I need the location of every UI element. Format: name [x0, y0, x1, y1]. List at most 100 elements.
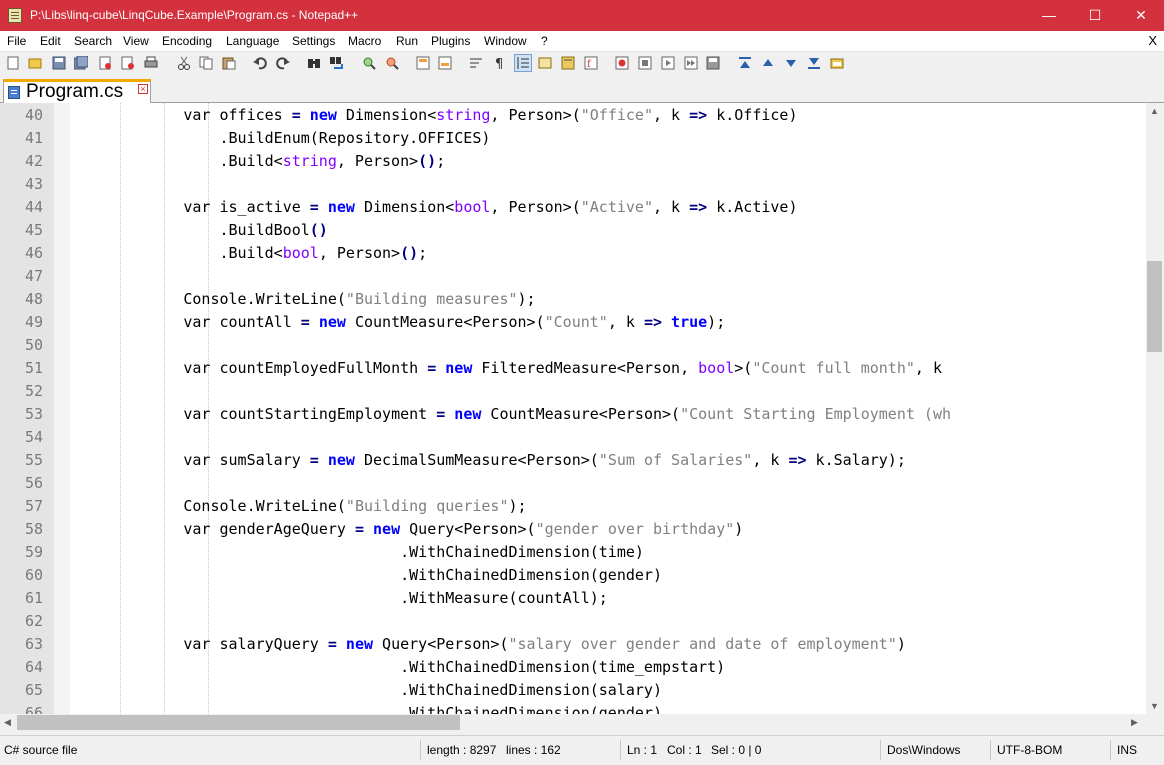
run-macro-multiple-icon[interactable]: [684, 56, 698, 70]
code-token: =: [291, 106, 301, 124]
line-number: 56: [24, 474, 43, 492]
menu-window[interactable]: Window: [484, 34, 527, 48]
code-token: k.Office): [707, 106, 798, 124]
doc-map-icon[interactable]: [561, 56, 575, 70]
code-line[interactable]: var countAll = new CountMeasure<Person>(…: [75, 311, 725, 334]
code-token: Console.WriteLine(: [183, 497, 346, 515]
code-line[interactable]: .WithMeasure(countAll);: [75, 587, 608, 610]
code-line[interactable]: .WithChainedDimension(time_empstart): [75, 656, 725, 679]
code-line[interactable]: .Build<string, Person>();: [75, 150, 445, 173]
stop-record-icon[interactable]: [638, 56, 652, 70]
redo-icon[interactable]: [276, 56, 290, 70]
line-number: 65: [24, 681, 43, 699]
print-icon[interactable]: [144, 56, 158, 70]
paste-icon[interactable]: [222, 56, 236, 70]
show-all-chars-icon[interactable]: ¶: [492, 56, 506, 70]
save-macro-icon[interactable]: [706, 56, 720, 70]
code-line[interactable]: .WithChainedDimension(time): [75, 541, 644, 564]
menu-encoding[interactable]: Encoding: [162, 34, 212, 48]
fold-down-icon[interactable]: [784, 56, 798, 70]
close-icon[interactable]: [98, 56, 112, 70]
code-line[interactable]: .BuildBool(): [75, 219, 327, 242]
tab-program-cs[interactable]: Program.cs ×: [3, 79, 151, 103]
function-list-icon[interactable]: f: [584, 56, 598, 70]
replace-icon[interactable]: [330, 56, 344, 70]
line-number: 44: [24, 198, 43, 216]
code-line[interactable]: var countEmployedFullMonth = new Filtere…: [75, 357, 942, 380]
close-document-button[interactable]: X: [1148, 33, 1157, 48]
code-editor[interactable]: 40 41 42 43 44 45 46 47 48 49 50 51 52 53 54 55 56 57 58 59…: [0, 103, 1146, 714]
code-line[interactable]: var offices = new Dimension<string, Pers…: [75, 104, 797, 127]
vertical-scrollbar[interactable]: ▲ ▼: [1146, 103, 1163, 714]
zoom-out-icon[interactable]: [385, 56, 399, 70]
new-file-icon[interactable]: [6, 56, 20, 70]
menu-help[interactable]: ?: [541, 34, 548, 48]
scroll-right-arrow-icon[interactable]: ▶: [1131, 717, 1138, 728]
tab-close-icon[interactable]: ×: [138, 84, 148, 94]
code-line[interactable]: Console.WriteLine("Building queries");: [75, 495, 526, 518]
macro-panel-icon[interactable]: [830, 56, 844, 70]
horizontal-scrollbar[interactable]: ◀ ▶: [0, 714, 1146, 731]
vertical-scroll-thumb[interactable]: [1147, 261, 1162, 352]
play-macro-icon[interactable]: [661, 56, 675, 70]
find-icon[interactable]: [307, 56, 321, 70]
code-line[interactable]: .Build<bool, Person>();: [75, 242, 427, 265]
close-all-icon[interactable]: [121, 56, 135, 70]
menu-search[interactable]: Search: [74, 34, 112, 48]
menu-view[interactable]: View: [123, 34, 149, 48]
save-all-icon[interactable]: [74, 56, 88, 70]
open-file-icon[interactable]: [28, 56, 42, 70]
undo-icon[interactable]: [253, 56, 267, 70]
svg-text:¶: ¶: [495, 57, 503, 70]
code-line[interactable]: .WithChainedDimension(gender): [75, 564, 662, 587]
code-token: .BuildEnum(Repository.OFFICES): [219, 129, 491, 147]
code-line[interactable]: var countStartingEmployment = new CountM…: [75, 403, 951, 426]
code-line[interactable]: var genderAgeQuery = new Query<Person>("…: [75, 518, 743, 541]
collapse-icon[interactable]: [738, 56, 752, 70]
menu-language[interactable]: Language: [226, 34, 279, 48]
menu-edit[interactable]: Edit: [40, 34, 61, 48]
code-line[interactable]: .WithChainedDimension(gender): [75, 702, 662, 714]
zoom-in-icon[interactable]: [362, 56, 376, 70]
menu-macro[interactable]: Macro: [348, 34, 381, 48]
code-line[interactable]: var salaryQuery = new Query<Person>("sal…: [75, 633, 905, 656]
tab-bar: Program.cs ×: [0, 74, 1164, 103]
menu-plugins[interactable]: Plugins: [431, 34, 470, 48]
code-token: =: [309, 198, 319, 216]
expand-icon[interactable]: [807, 56, 821, 70]
notepad-plus-plus-app-icon[interactable]: [8, 8, 22, 23]
code-line[interactable]: var sumSalary = new DecimalSumMeasure<Pe…: [75, 449, 906, 472]
copy-icon[interactable]: [199, 56, 213, 70]
code-line[interactable]: .WithChainedDimension(salary): [75, 679, 662, 702]
indent-guide-icon[interactable]: [514, 54, 532, 72]
close-button[interactable]: ✕: [1118, 0, 1164, 31]
fold-margin[interactable]: [54, 103, 70, 714]
code-line[interactable]: .BuildEnum(Repository.OFFICES): [75, 127, 490, 150]
record-macro-icon[interactable]: [615, 56, 629, 70]
sync-vertical-icon[interactable]: [416, 56, 430, 70]
word-wrap-icon[interactable]: [469, 56, 483, 70]
menu-settings[interactable]: Settings: [292, 34, 335, 48]
fold-up-icon[interactable]: [761, 56, 775, 70]
scroll-left-arrow-icon[interactable]: ◀: [4, 717, 11, 728]
user-language-icon[interactable]: [538, 56, 552, 70]
minimize-button[interactable]: —: [1026, 0, 1072, 31]
save-icon[interactable]: [52, 56, 66, 70]
code-token: .WithMeasure(countAll);: [400, 589, 608, 607]
horizontal-scroll-thumb[interactable]: [17, 715, 460, 730]
scroll-down-arrow-icon[interactable]: ▼: [1150, 701, 1159, 711]
code-token: ;: [418, 244, 428, 262]
code-line[interactable]: var is_active = new Dimension<bool, Pers…: [75, 196, 797, 219]
code-line[interactable]: Console.WriteLine("Building measures");: [75, 288, 535, 311]
maximize-button[interactable]: ☐: [1072, 0, 1118, 31]
menu-run[interactable]: Run: [396, 34, 418, 48]
sync-horizontal-icon[interactable]: [438, 56, 452, 70]
code-token: (): [400, 244, 419, 262]
scroll-up-arrow-icon[interactable]: ▲: [1150, 106, 1159, 116]
cut-icon[interactable]: [177, 56, 191, 70]
code-token: =>: [689, 106, 708, 124]
menu-file[interactable]: File: [7, 34, 26, 48]
